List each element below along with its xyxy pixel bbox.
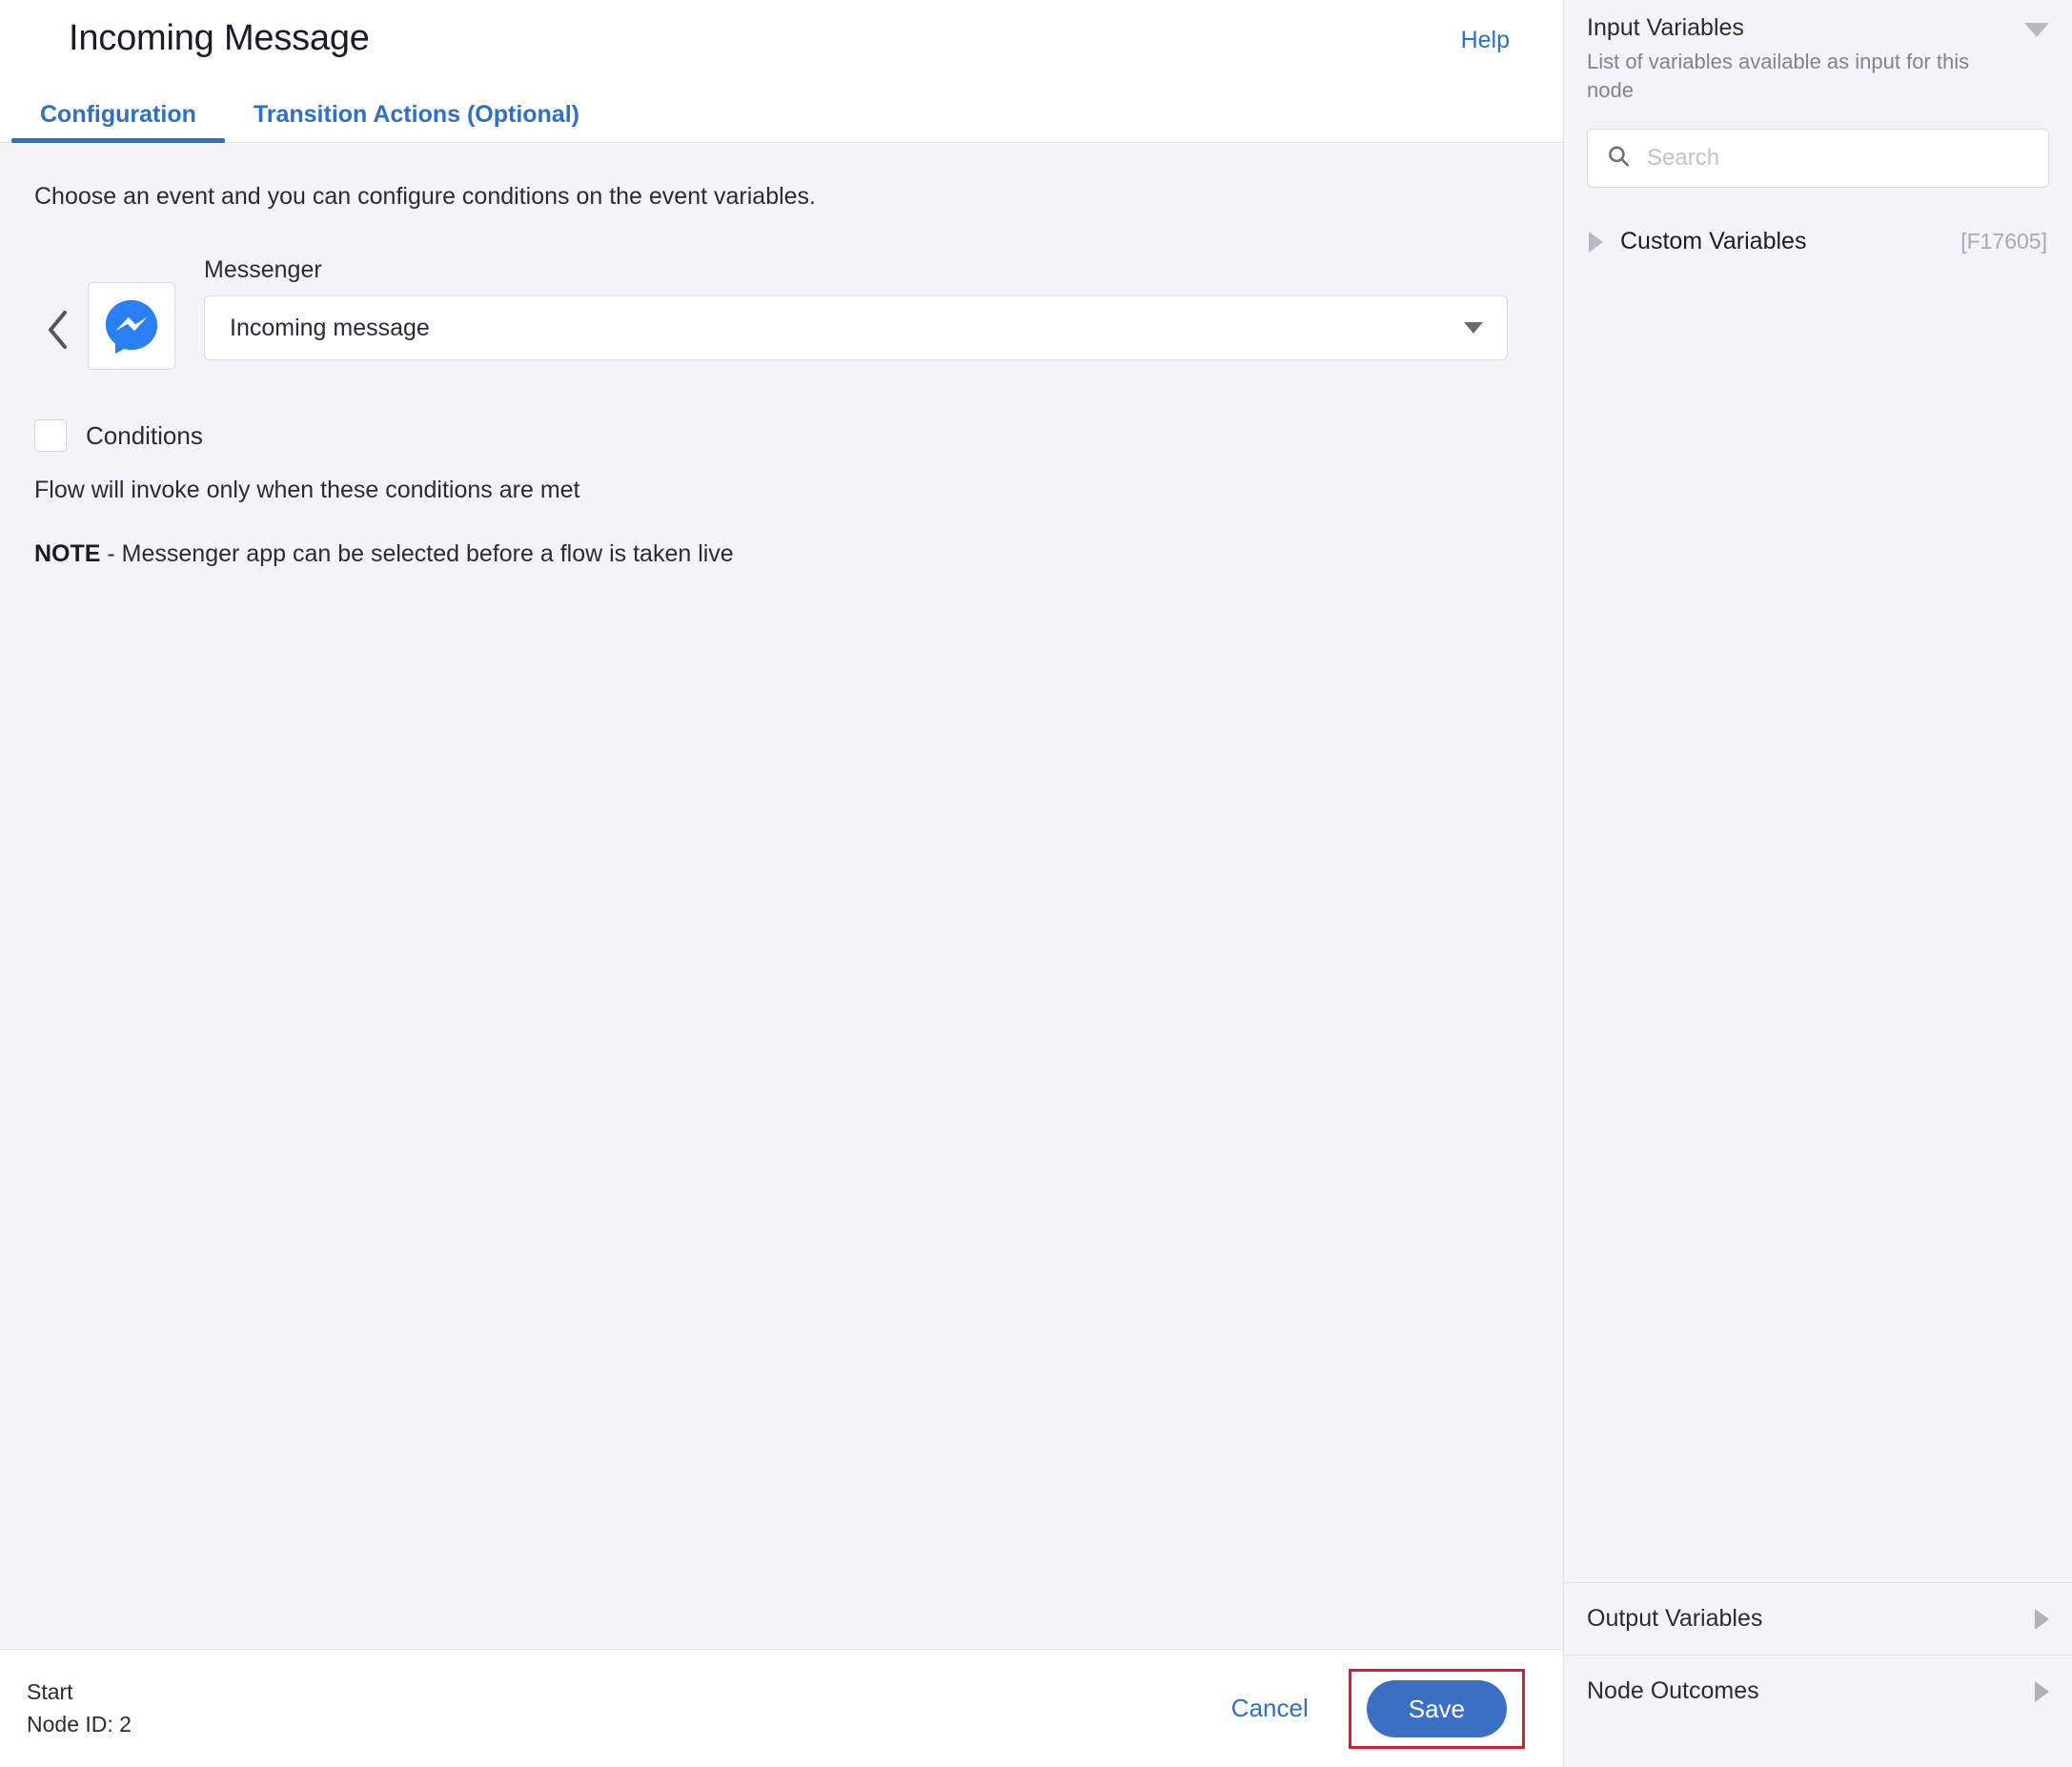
help-link[interactable]: Help xyxy=(1461,17,1510,54)
input-variables-title: Input Variables xyxy=(1587,14,1744,41)
node-id: Node ID: 2 xyxy=(27,1711,132,1737)
caret-right-icon xyxy=(2035,1680,2049,1702)
variable-group-id: [F17605] xyxy=(1960,229,2047,254)
caret-right-icon xyxy=(1589,231,1603,253)
note-body: - Messenger app can be selected before a… xyxy=(100,540,734,568)
note-prefix: NOTE xyxy=(34,540,101,568)
event-fields: Messenger Incoming message xyxy=(204,255,1529,361)
accordion-node-outcomes[interactable]: Node Outcomes xyxy=(1564,1655,2072,1727)
input-variables-subtitle: List of variables available as input for… xyxy=(1587,50,1970,102)
save-button[interactable]: Save xyxy=(1366,1679,1507,1737)
accordion-label: Node Outcomes xyxy=(1587,1677,1759,1704)
intro-text: Choose an event and you can configure co… xyxy=(34,182,816,210)
header-top-row: Incoming Message Help xyxy=(0,0,1563,61)
variables-search-input[interactable] xyxy=(1587,129,2049,189)
accordion-label: Output Variables xyxy=(1587,1605,1763,1632)
tab-configuration[interactable]: Configuration xyxy=(11,102,225,143)
variable-group-custom-variables[interactable]: Custom Variables [F17605] xyxy=(1587,222,2049,261)
panel-header: Incoming Message Help Configuration Tran… xyxy=(0,0,1563,143)
right-panel-accordions: Output Variables Node Outcomes xyxy=(1564,1582,2072,1767)
main-panel: Incoming Message Help Configuration Tran… xyxy=(0,0,1563,1767)
save-button-highlight: Save xyxy=(1348,1668,1525,1749)
conditions-label[interactable]: Conditions xyxy=(86,421,203,451)
app-root: Incoming Message Help Configuration Tran… xyxy=(0,0,2072,1767)
node-type: Start xyxy=(27,1679,73,1705)
footer-actions: Cancel Save xyxy=(1218,1668,1525,1749)
tab-transition-actions[interactable]: Transition Actions (Optional) xyxy=(225,102,608,142)
variables-search-wrap xyxy=(1587,129,2049,189)
accordion-output-variables[interactable]: Output Variables xyxy=(1564,1582,2072,1655)
conditions-row: Conditions xyxy=(34,419,1529,453)
note-text: NOTE - Messenger app can be selected bef… xyxy=(34,540,1529,568)
event-select-wrap: Incoming message xyxy=(204,295,1508,361)
configuration-content: Choose an event and you can configure co… xyxy=(0,142,1563,1649)
input-variables-section: Input Variables List of variables availa… xyxy=(1564,0,2072,1582)
input-variables-header: Input Variables xyxy=(1587,13,2049,42)
event-select[interactable]: Incoming message xyxy=(204,295,1508,361)
messenger-icon xyxy=(105,299,158,355)
chevron-left-icon[interactable] xyxy=(34,284,80,376)
conditions-checkbox[interactable] xyxy=(34,419,67,453)
messenger-app-tile[interactable] xyxy=(88,282,175,371)
node-info: Start Node ID: 2 xyxy=(27,1676,132,1740)
page-title: Incoming Message xyxy=(69,18,370,58)
tab-bar: Configuration Transition Actions (Option… xyxy=(0,83,1563,143)
variable-group-label: Custom Variables xyxy=(1620,228,1807,255)
caret-down-icon[interactable] xyxy=(2024,23,2049,37)
event-selection-row: Messenger Incoming message xyxy=(34,255,1529,376)
cancel-button[interactable]: Cancel xyxy=(1218,1684,1322,1733)
panel-bottom-spacer xyxy=(1564,1727,2072,1767)
panel-footer: Start Node ID: 2 Cancel Save xyxy=(0,1649,1563,1767)
caret-right-icon xyxy=(2035,1608,2049,1630)
conditions-hint: Flow will invoke only when these conditi… xyxy=(34,477,580,504)
event-app-label: Messenger xyxy=(204,256,322,284)
right-panel: Input Variables List of variables availa… xyxy=(1563,0,2072,1767)
